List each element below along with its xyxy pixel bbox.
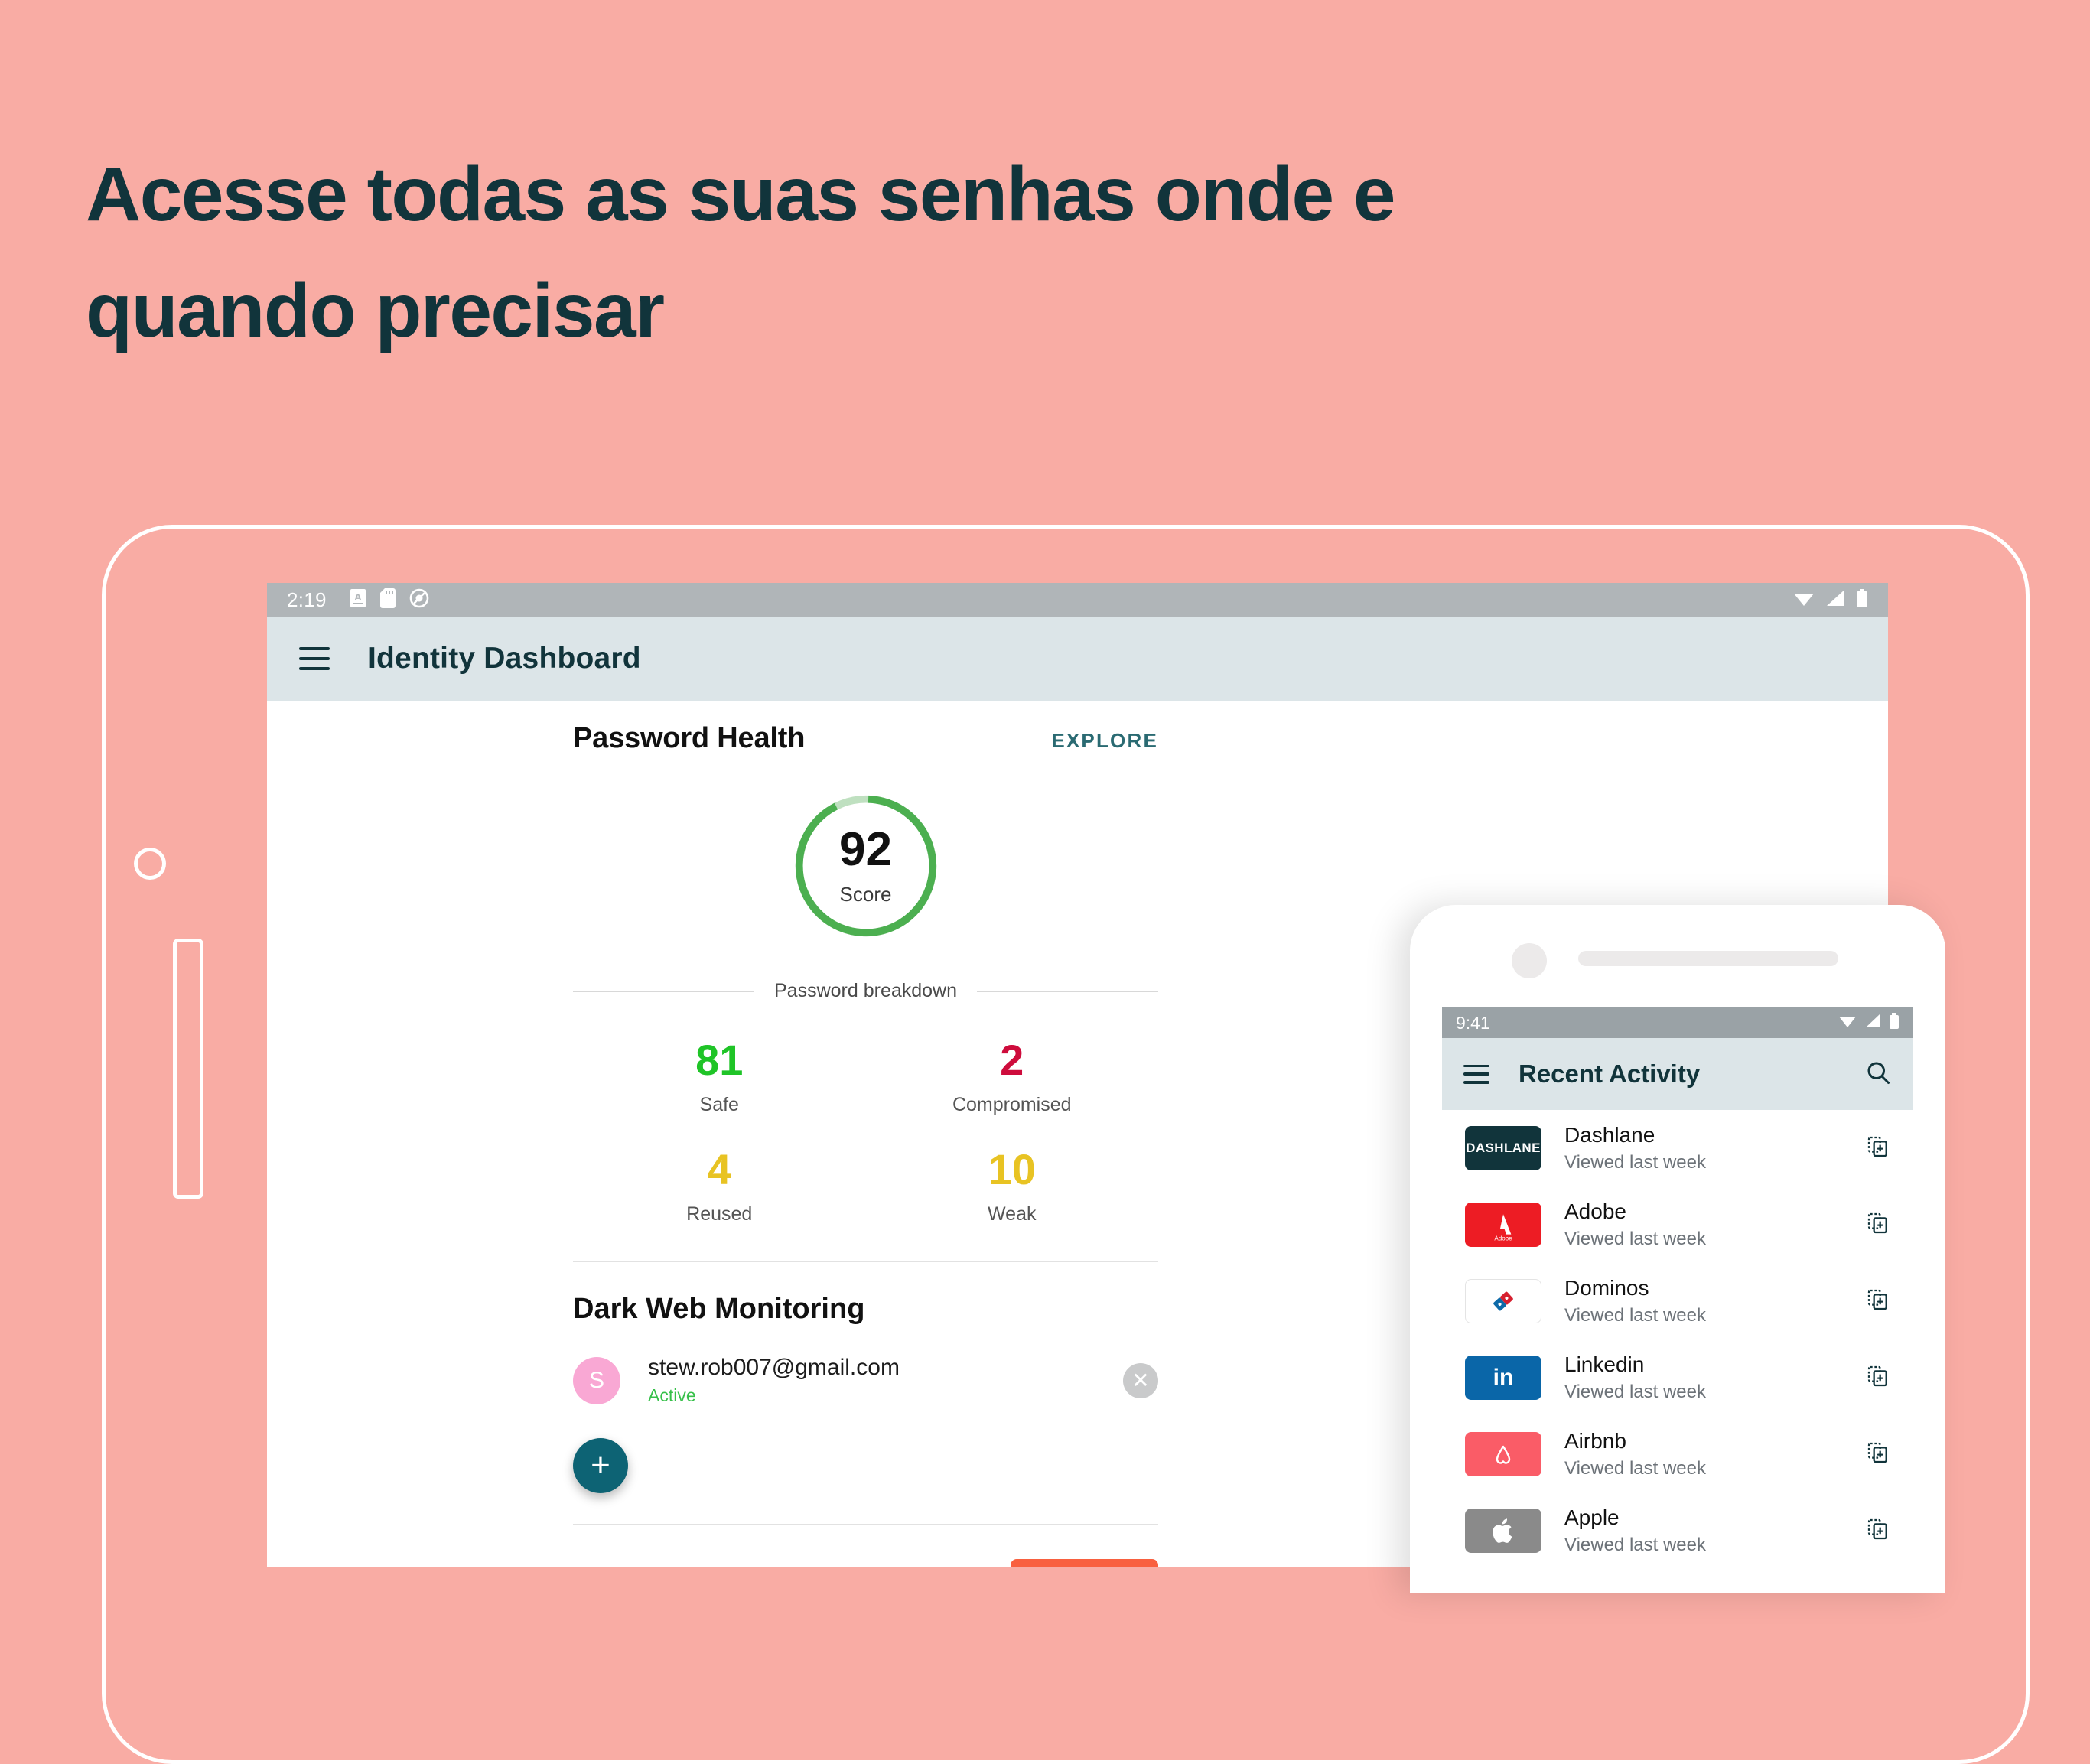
copy-icon[interactable]	[1866, 1211, 1890, 1239]
avatar: S	[573, 1356, 620, 1404]
battery-icon	[1889, 1013, 1900, 1033]
close-circle-icon[interactable]: ✕	[1123, 1362, 1158, 1398]
phone-device: 9:41 Recent Activity DASHLANE Dashlane V…	[1410, 905, 1945, 1593]
stat-compromised-label: Compromised	[952, 1094, 1072, 1115]
identity-package-title: Identity Protection Package	[573, 1563, 954, 1567]
section-divider-2	[573, 1524, 1158, 1525]
password-breakdown-label: Password breakdown	[774, 980, 958, 1001]
dark-web-row: S stew.rob007@gmail.com Active ✕	[573, 1355, 1158, 1406]
signal-icon	[1864, 1014, 1881, 1032]
list-item[interactable]: Airbnb Viewed last week	[1442, 1416, 1913, 1492]
dashlane-logo-icon: DASHLANE	[1465, 1126, 1541, 1170]
status-badge: Active	[648, 1385, 696, 1405]
phone-clock: 9:41	[1456, 1012, 1490, 1033]
hamburger-menu-icon[interactable]	[1463, 1064, 1489, 1084]
list-item[interactable]: Adobe Adobe Viewed last week	[1442, 1186, 1913, 1263]
section-divider-1	[573, 1261, 1158, 1262]
stat-reused-value: 4	[707, 1145, 731, 1193]
dark-web-title: Dark Web Monitoring	[573, 1293, 865, 1325]
wifi-icon	[1838, 1014, 1857, 1032]
phone-app-title: Recent Activity	[1519, 1059, 1701, 1088]
list-item[interactable]: Dominos Viewed last week	[1442, 1263, 1913, 1339]
password-breakdown-header: Password breakdown	[573, 980, 1159, 1002]
sd-card-icon	[379, 587, 396, 612]
copy-icon[interactable]	[1866, 1134, 1890, 1163]
tablet-camera-icon	[134, 848, 166, 880]
activity-subtitle: Viewed last week	[1564, 1228, 1706, 1249]
adobe-logo-icon: Adobe	[1465, 1203, 1541, 1247]
activity-name: Dominos	[1564, 1276, 1649, 1300]
password-health-header: Password Health EXPLORE	[573, 722, 1158, 755]
stat-weak-label: Weak	[988, 1203, 1037, 1225]
svg-text:A: A	[354, 591, 362, 603]
tablet-app-title: Identity Dashboard	[368, 642, 641, 675]
password-score-ring: 92 Score	[792, 792, 940, 940]
apple-logo-icon	[1465, 1509, 1541, 1553]
phone-screen: 9:41 Recent Activity DASHLANE Dashlane V…	[1442, 1007, 1913, 1593]
activity-subtitle: Viewed last week	[1564, 1381, 1706, 1402]
monitored-email: stew.rob007@gmail.com	[648, 1355, 900, 1380]
copy-icon[interactable]	[1866, 1440, 1890, 1469]
tablet-speaker-grille	[173, 939, 203, 1199]
tablet-app-bar: Identity Dashboard	[267, 617, 1888, 701]
linkedin-logo-text: in	[1493, 1365, 1514, 1390]
activity-name: Linkedin	[1564, 1352, 1645, 1377]
stat-safe-label: Safe	[699, 1094, 739, 1115]
activity-name: Adobe	[1564, 1199, 1626, 1224]
activity-subtitle: Viewed last week	[1564, 1151, 1706, 1173]
stat-reused: 4 Reused	[573, 1128, 866, 1238]
divider-left	[573, 990, 754, 992]
stat-safe-value: 81	[695, 1036, 744, 1084]
password-score-value: 92	[839, 822, 892, 876]
stat-weak: 10 Weak	[866, 1128, 1159, 1238]
password-health-title: Password Health	[573, 722, 806, 754]
search-icon[interactable]	[1864, 1059, 1892, 1090]
list-item[interactable]: Apple Viewed last week	[1442, 1492, 1913, 1569]
identity-package-header: Identity Protection Package Premium Plus	[573, 1559, 1158, 1567]
page-headline: Acesse todas as suas senhas onde e quand…	[86, 151, 1395, 353]
svg-text:Adobe: Adobe	[1494, 1235, 1512, 1242]
activity-subtitle: Viewed last week	[1564, 1534, 1706, 1555]
explore-link[interactable]: EXPLORE	[1051, 729, 1158, 753]
tablet-status-bar: 2:19 A	[267, 583, 1888, 617]
activity-name: Dashlane	[1564, 1123, 1655, 1147]
activity-subtitle: Viewed last week	[1564, 1457, 1706, 1479]
activity-name: Airbnb	[1564, 1429, 1626, 1453]
premium-plus-badge[interactable]: Premium Plus	[1010, 1559, 1158, 1567]
phone-camera-icon	[1512, 943, 1547, 978]
stat-reused-label: Reused	[686, 1203, 753, 1225]
airbnb-logo-icon	[1465, 1432, 1541, 1476]
wifi-icon	[1793, 590, 1815, 610]
password-health-card: Password Health EXPLORE 92 Score Passwor…	[573, 722, 1159, 1567]
password-breakdown-grid: 81 Safe 2 Compromised 4 Reused 10 Weak	[573, 1019, 1158, 1238]
copy-icon[interactable]	[1866, 1517, 1890, 1545]
hamburger-menu-icon[interactable]	[299, 647, 330, 670]
activity-name: Apple	[1564, 1505, 1620, 1530]
battery-icon	[1856, 588, 1868, 611]
stat-compromised: 2 Compromised	[866, 1019, 1159, 1128]
phone-status-bar: 9:41	[1442, 1007, 1913, 1038]
add-email-button[interactable]: +	[573, 1438, 628, 1493]
phone-app-bar: Recent Activity	[1442, 1038, 1913, 1110]
recent-activity-list: DASHLANE Dashlane Viewed last week Adobe…	[1442, 1110, 1913, 1569]
dashlane-logo-text: DASHLANE	[1466, 1141, 1541, 1155]
divider-right	[977, 990, 1159, 992]
copy-icon[interactable]	[1866, 1287, 1890, 1316]
a-badge-icon: A	[350, 588, 366, 612]
linkedin-logo-icon: in	[1465, 1356, 1541, 1400]
do-not-disturb-icon	[409, 588, 429, 612]
phone-speaker-grille	[1578, 951, 1838, 966]
list-item[interactable]: DASHLANE Dashlane Viewed last week	[1442, 1110, 1913, 1186]
dominos-logo-icon	[1465, 1279, 1541, 1323]
stat-compromised-value: 2	[1000, 1036, 1024, 1084]
list-item[interactable]: in Linkedin Viewed last week	[1442, 1339, 1913, 1416]
activity-subtitle: Viewed last week	[1564, 1304, 1706, 1326]
stat-weak-value: 10	[988, 1145, 1036, 1193]
tablet-clock: 2:19	[287, 587, 327, 611]
password-score-label: Score	[839, 882, 892, 906]
stat-safe: 81 Safe	[573, 1019, 866, 1128]
copy-icon[interactable]	[1866, 1364, 1890, 1392]
score-ring-wrap: 92 Score	[573, 792, 1158, 940]
signal-icon	[1825, 590, 1845, 610]
